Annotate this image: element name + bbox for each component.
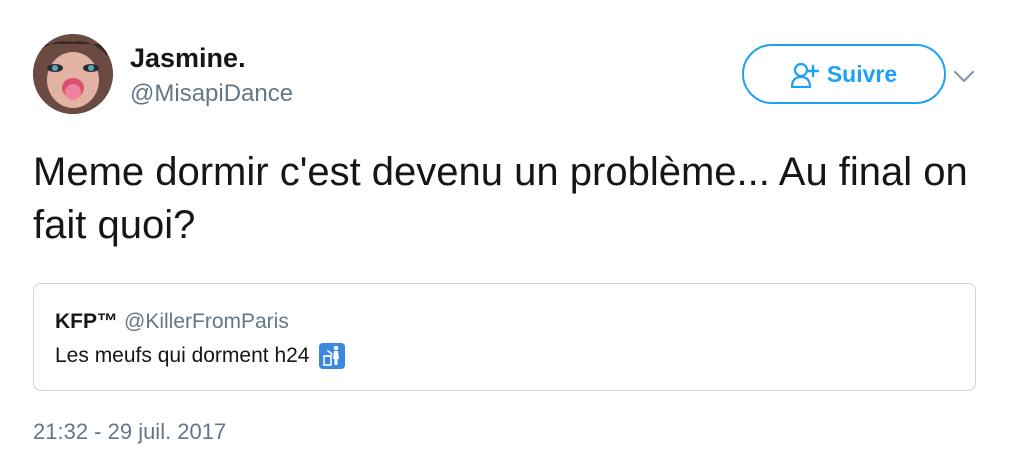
quoted-tweet-text-row: Les meufs qui dorment h24 xyxy=(55,343,346,369)
tweet-card: Jasmine. @MisapiDance Suivre Meme dormir… xyxy=(0,0,1024,461)
put-litter-in-its-place-icon xyxy=(319,343,346,369)
author-handle[interactable]: @MisapiDance xyxy=(130,80,293,108)
tweet-text: Meme dormir c'est devenu un problème... … xyxy=(33,150,968,247)
quoted-tweet-header: KFP™ @KillerFromParis xyxy=(55,309,289,335)
quoted-author-display-name: KFP™ xyxy=(55,310,118,333)
avatar[interactable] xyxy=(33,34,113,114)
tweet-timestamp[interactable]: 21:32 - 29 juil. 2017 xyxy=(33,418,226,446)
follow-button[interactable]: Suivre xyxy=(742,44,946,104)
follow-person-plus-icon xyxy=(790,62,819,88)
avatar-photo xyxy=(33,34,113,114)
author-display-name[interactable]: Jasmine. xyxy=(130,42,246,74)
quoted-tweet-text: Les meufs qui dorment h24 xyxy=(55,344,310,367)
follow-button-label: Suivre xyxy=(826,61,898,87)
quoted-author-handle: @KillerFromParis xyxy=(124,310,289,333)
chevron-down-icon[interactable] xyxy=(952,64,976,88)
quoted-tweet[interactable]: KFP™ @KillerFromParis Les meufs qui dorme… xyxy=(33,283,976,391)
